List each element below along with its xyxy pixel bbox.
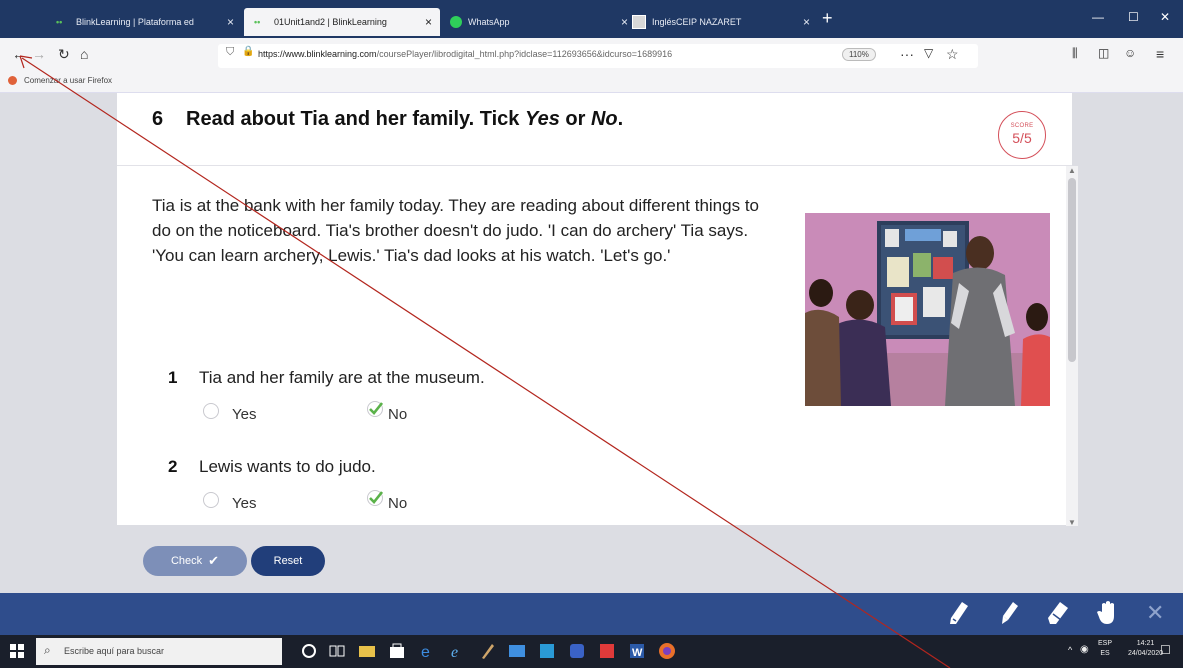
whatsapp-icon — [450, 16, 462, 28]
reset-button[interactable]: Reset — [251, 546, 325, 576]
checkmark-icon: ✔ — [208, 553, 220, 568]
app-icon-teal[interactable] — [538, 642, 556, 660]
tab-2[interactable]: •• 01Unit1and2 | BlinkLearning × — [244, 8, 440, 36]
svg-text:e: e — [451, 644, 458, 660]
tab-label: WhatsApp — [468, 17, 510, 27]
tab-label: InglésCEIP NAZARET — [652, 17, 742, 27]
maximize-icon[interactable]: ☐ — [1128, 10, 1139, 24]
check-button[interactable]: Check ✔ — [143, 546, 247, 576]
tab-label: BlinkLearning | Plataforma ed — [76, 17, 194, 27]
tab-1[interactable]: •• BlinkLearning | Plataforma ed × — [46, 8, 242, 36]
scroll-down-icon[interactable]: ▼ — [1068, 518, 1076, 527]
input-language[interactable]: ESP ES — [1098, 639, 1112, 659]
menu-icon[interactable]: ≡ — [1156, 46, 1164, 62]
word-icon[interactable]: W — [628, 642, 646, 660]
network-icon[interactable]: ◉ — [1080, 644, 1089, 655]
question-1-text: Tia and her family are at the museum. — [199, 368, 485, 387]
tab-4[interactable]: InglésCEIP NAZARET × — [622, 8, 818, 36]
store-icon[interactable] — [388, 642, 406, 660]
blink-favicon-icon: •• — [254, 17, 261, 27]
taskbar-search-placeholder[interactable]: Escribe aquí para buscar — [64, 646, 164, 656]
forward-icon[interactable]: → — [32, 46, 46, 62]
cortana-icon[interactable] — [300, 642, 318, 660]
task-view-icon[interactable] — [328, 642, 346, 660]
url-text[interactable]: https://www.blinklearning.com/coursePlay… — [258, 49, 672, 59]
clock[interactable]: 14:21 24/04/2020 — [1128, 639, 1163, 659]
question-1-yes-radio[interactable] — [203, 403, 219, 419]
close-tab-icon[interactable]: × — [227, 15, 234, 29]
sidebar-icon[interactable]: ◫ — [1098, 46, 1109, 60]
close-tab-icon[interactable]: × — [425, 15, 432, 29]
notifications-icon[interactable]: ☐ — [1160, 643, 1171, 657]
question-1-yes-label[interactable]: Yes — [232, 406, 256, 423]
tray-arrow-icon[interactable]: ^ — [1068, 645, 1072, 655]
minimize-icon[interactable]: — — [1092, 10, 1104, 24]
close-window-icon[interactable]: ✕ — [1160, 10, 1170, 24]
question-2-no-check-icon[interactable] — [367, 490, 383, 506]
bookmarks-bar — [0, 72, 1183, 93]
pencil-icon[interactable] — [948, 600, 970, 626]
question-2-yes-label[interactable]: Yes — [232, 495, 256, 512]
star-icon[interactable]: ☆ — [946, 46, 959, 63]
edge-icon[interactable]: e — [418, 642, 436, 661]
reading-passage: Tia is at the bank with her family today… — [152, 196, 759, 265]
lock-icon[interactable]: 🔒 — [242, 46, 254, 57]
question-2-no-label[interactable]: No — [388, 495, 407, 512]
library-icon[interactable]: ⫼ — [1072, 46, 1078, 61]
scroll-up-icon[interactable]: ▲ — [1068, 166, 1076, 175]
firefox-icon — [8, 76, 17, 85]
home-icon[interactable]: ⌂ — [80, 46, 88, 62]
hand-icon[interactable] — [1096, 600, 1120, 626]
scrollbar-thumb[interactable] — [1068, 178, 1076, 362]
close-icon[interactable]: ✕ — [1146, 600, 1164, 626]
app-icon-navy[interactable] — [568, 642, 586, 660]
check-button-label: Check — [170, 555, 203, 567]
exercise-number: 6 — [152, 108, 164, 130]
question-2-yes-radio[interactable] — [203, 492, 219, 508]
app-icon-blue[interactable] — [508, 642, 526, 660]
account-icon[interactable]: ☺ — [1124, 46, 1136, 60]
new-tab-button[interactable]: + — [822, 8, 833, 29]
question-1-no-label[interactable]: No — [388, 406, 407, 423]
score-label: SCORE — [1010, 123, 1034, 129]
windows-icon[interactable] — [10, 644, 24, 658]
file-explorer-icon[interactable] — [358, 642, 376, 660]
tab-3[interactable]: WhatsApp × — [440, 8, 636, 36]
paint-icon[interactable] — [478, 642, 496, 660]
close-tab-icon[interactable]: × — [803, 15, 810, 29]
question-1-number: 1 — [168, 368, 178, 387]
svg-text:W: W — [632, 647, 643, 659]
page-actions-icon[interactable]: ··· — [900, 46, 914, 62]
zoom-level[interactable]: 110% — [842, 48, 876, 61]
bookmark-item[interactable]: Comenzar a usar Firefox — [24, 76, 112, 85]
firefox-taskbar-icon[interactable] — [658, 642, 676, 660]
question-1-no-check-icon[interactable] — [367, 401, 383, 417]
reload-icon[interactable]: ↻ — [58, 46, 70, 63]
tab-label: 01Unit1and2 | BlinkLearning — [274, 17, 387, 27]
svg-text:e: e — [421, 644, 430, 660]
pocket-icon[interactable]: ▽ — [924, 46, 933, 60]
search-icon: ⌕ — [44, 643, 51, 657]
question-2-text: Lewis wants to do judo. — [199, 457, 376, 476]
family-noticeboard-photo — [805, 213, 1050, 406]
site-favicon-icon — [632, 15, 646, 29]
internet-explorer-icon[interactable]: e — [448, 642, 466, 661]
header-divider — [117, 165, 1072, 166]
eraser-icon[interactable] — [1046, 600, 1070, 626]
marker-icon[interactable] — [998, 600, 1020, 626]
score-badge: SCORE 5/5 — [998, 111, 1046, 159]
question-2-number: 2 — [168, 457, 178, 476]
app-icon-red[interactable] — [598, 642, 616, 660]
score-value: 5/5 — [1012, 130, 1032, 146]
exercise-title: Read about Tia and her family. Tick Yes … — [186, 108, 624, 130]
blink-favicon-icon: •• — [56, 17, 63, 27]
back-icon[interactable]: ← — [12, 46, 26, 62]
shield-icon[interactable]: ⛉ — [226, 46, 234, 59]
